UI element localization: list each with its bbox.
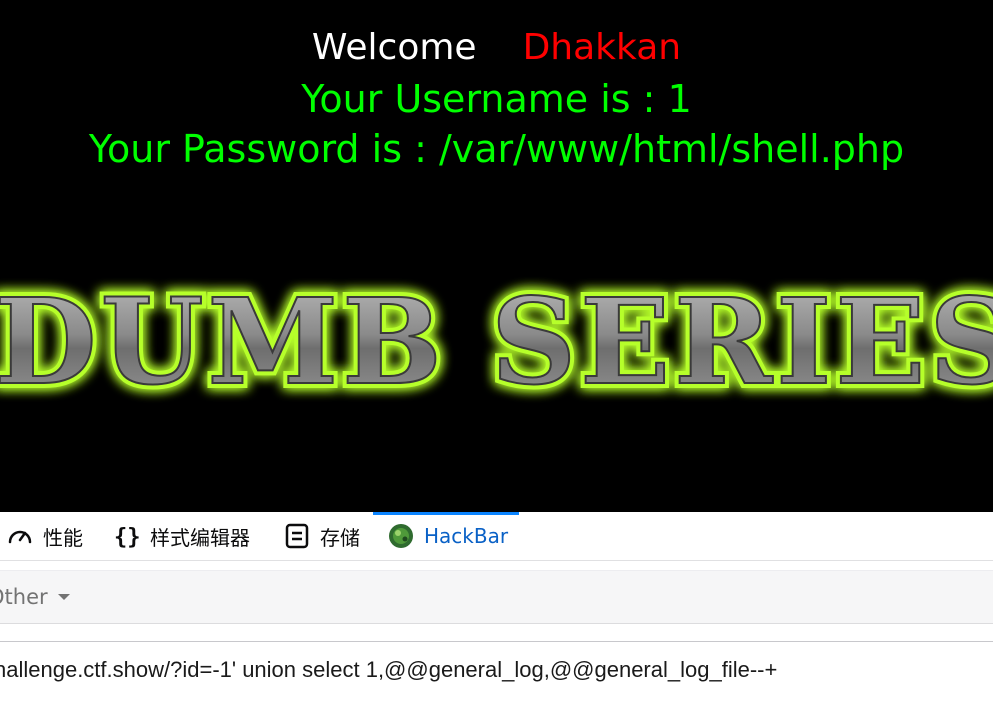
web-page-content: Welcome Dhakkan Your Username is : 1 Your… bbox=[0, 0, 993, 512]
welcome-message: Welcome Dhakkan bbox=[0, 26, 993, 70]
password-line: Your Password is : /var/www/html/shell.p… bbox=[0, 126, 993, 172]
active-tab-indicator bbox=[373, 512, 519, 515]
tab-performance[interactable]: 性能 bbox=[6, 512, 83, 560]
username-label: Your Username is : bbox=[301, 77, 668, 121]
password-label: Your Password is : bbox=[88, 127, 439, 171]
welcome-text: Welcome bbox=[311, 27, 477, 68]
devtools-tab-bar: 性能 {} 样式编辑器 存储 HackBar bbox=[0, 512, 993, 561]
storage-icon bbox=[285, 523, 309, 549]
hackbar-url-area bbox=[0, 641, 993, 703]
braces-icon: {} bbox=[114, 525, 141, 550]
password-value: /var/www/html/shell.php bbox=[438, 127, 905, 171]
svg-text:I DUMB SERIES: I DUMB SERIES bbox=[0, 272, 993, 408]
other-menu-label: Other bbox=[0, 585, 48, 609]
url-input[interactable] bbox=[0, 648, 993, 692]
username-line: Your Username is : 1 bbox=[0, 76, 993, 122]
svg-text:{}: {} bbox=[114, 525, 141, 550]
chevron-down-icon bbox=[57, 594, 70, 600]
tab-hackbar[interactable]: HackBar bbox=[373, 512, 519, 560]
tab-performance-label: 性能 bbox=[43, 525, 83, 550]
welcome-name: Dhakkan bbox=[522, 27, 682, 68]
tab-storage-label: 存储 bbox=[320, 525, 360, 550]
tab-style-editor[interactable]: {} 样式编辑器 bbox=[113, 512, 250, 560]
gauge-icon bbox=[8, 530, 32, 544]
tab-style-editor-label: 样式编辑器 bbox=[150, 525, 250, 550]
devtools-panel: 性能 {} 样式编辑器 存储 HackBar ther hallenge.ctf… bbox=[0, 512, 993, 703]
other-menu-button[interactable]: Other bbox=[0, 571, 70, 623]
dumb-series-banner-image: I DUMB SERIES I DUMB SERIES bbox=[0, 268, 993, 408]
hackbar-toolbar: Other bbox=[0, 570, 993, 624]
tab-hackbar-label: HackBar bbox=[424, 524, 509, 548]
username-value: 1 bbox=[667, 77, 692, 121]
hackbar-logo-icon bbox=[389, 524, 413, 548]
tab-storage[interactable]: 存储 bbox=[283, 512, 360, 560]
